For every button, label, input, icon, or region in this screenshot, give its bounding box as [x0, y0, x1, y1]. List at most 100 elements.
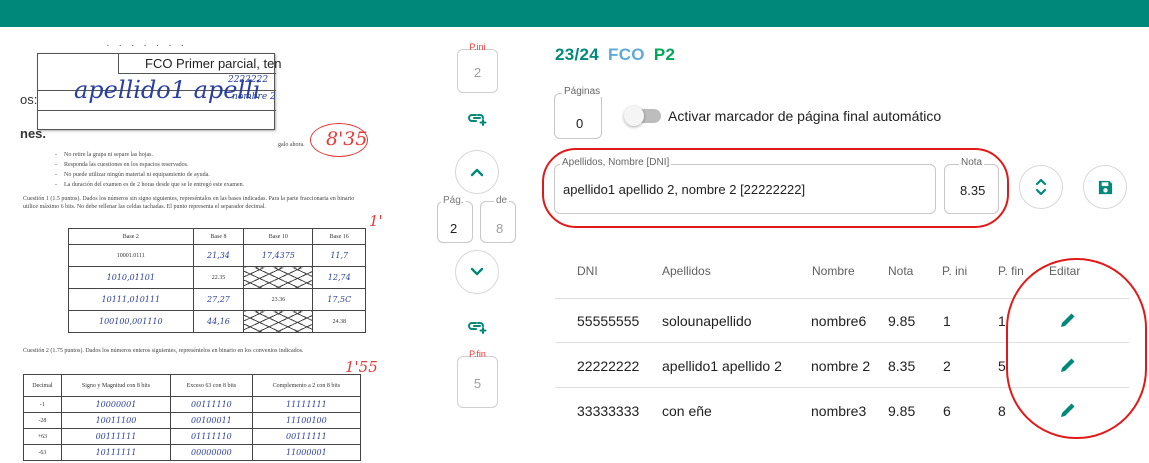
page-start-value: 2	[473, 65, 482, 80]
page-start-label: P.ini	[469, 42, 486, 52]
col-header-surnames[interactable]: Apellidos	[662, 264, 711, 278]
scan-table-cell: 10111111	[60, 444, 172, 461]
previous-page-button[interactable]	[455, 150, 499, 194]
scan-table-cell: 00111111	[251, 428, 362, 445]
cell-page-end: 1	[998, 313, 1006, 329]
toggle-knob[interactable]	[624, 106, 644, 126]
scan-table-cell: Base 2	[68, 228, 194, 245]
scan-instruction: La duración del examen es de 2 horas des…	[64, 182, 245, 188]
total-pages-value: 8	[496, 221, 504, 236]
exam-part: P2	[653, 45, 676, 64]
link-add-icon[interactable]	[466, 318, 488, 338]
scan-crop-line	[38, 110, 276, 111]
cell-dni: 55555555	[577, 313, 640, 329]
scan-table-cell: Complemento a 2 con 8 bits	[251, 374, 362, 397]
scan-bullet: -	[55, 152, 57, 158]
scan-table-cell: 00111111	[60, 428, 172, 445]
save-icon	[1098, 180, 1112, 194]
scan-table-cell: Decimal	[23, 374, 62, 397]
total-pages-label: de	[494, 195, 510, 206]
scan-exam-title: FCO Primer parcial, ten	[118, 54, 282, 74]
scan-table-cell: Exceso 63 con 8 bits	[170, 374, 253, 397]
scan-table-cell: Signo y Magnitud con 8 bits	[60, 374, 172, 397]
scan-surnames-prefix: os:	[20, 92, 38, 107]
scan-top-cutoff: · · · · · · ·	[106, 40, 188, 52]
scan-table-cell: 00111110	[170, 396, 253, 413]
scan-table-cell: 100100,001110	[68, 310, 194, 333]
exam-counter: 23/24	[555, 45, 600, 64]
link-add-icon[interactable]	[466, 110, 488, 130]
cell-grade: 9.85	[888, 403, 916, 419]
save-button[interactable]	[1083, 165, 1127, 209]
current-page-value: 2	[450, 221, 458, 236]
col-header-page-start[interactable]: P. ini	[942, 264, 967, 278]
scan-table-cell: 12,74	[312, 266, 366, 289]
col-header-name[interactable]: Nombre	[812, 264, 855, 278]
page-start-field[interactable]: P.ini 2	[457, 42, 498, 93]
scan-table-cell: 10001.0111	[68, 244, 194, 267]
scan-table-cell: 00000000	[170, 444, 253, 461]
scan-table-cell: 27,27	[192, 288, 245, 311]
scan-table-cell: 11000001	[251, 444, 362, 461]
chevron-down-icon	[470, 267, 484, 276]
scan-table-cell: 1010,01101	[68, 266, 194, 289]
chevron-up-icon	[470, 168, 484, 177]
scan-dni-handwriting: 2222222	[228, 75, 269, 85]
pages-value: 0	[576, 116, 584, 131]
scan-table-q1: Base 2 Base 8 Base 10 Base 16 10001.0111…	[68, 228, 366, 333]
cell-name: nombre6	[811, 313, 867, 329]
scan-crossed-cell	[243, 310, 314, 333]
scan-table-cell: 11100100	[251, 412, 362, 429]
col-header-grade[interactable]: Nota	[888, 264, 913, 278]
scan-bullet: -	[55, 172, 57, 178]
scan-instruction: No puede utilizar ningún material ni equ…	[64, 172, 210, 178]
scan-question-1: Cuestión 1 (1.5 puntos). Dados los númer…	[23, 196, 355, 210]
scan-table-cell: 10000001	[60, 396, 172, 413]
scan-table-cell: Base 8	[192, 228, 245, 245]
page-end-value: 5	[473, 376, 482, 391]
cell-surnames: apellido1 apellido 2	[662, 358, 782, 374]
scan-instruction: Responda las cuestiones en los espacios …	[64, 162, 189, 168]
scan-score-mark: 8'35	[326, 128, 368, 150]
scan-table-cell: 10011100	[60, 412, 172, 429]
scan-crossed-cell	[243, 266, 314, 289]
cell-name: nombre3	[811, 403, 867, 419]
scan-name-handwriting: nombre 2	[232, 92, 276, 102]
cell-page-end: 5	[998, 358, 1006, 374]
scan-table-cell: -1	[23, 396, 62, 413]
scan-name-crop: FCO Primer parcial, ten apellido1 apelli…	[37, 53, 282, 130]
cell-name: nombre 2	[811, 358, 871, 374]
scan-table-cell: 01111110	[170, 428, 253, 445]
scan-q1-mark: 1'5	[369, 212, 382, 230]
current-page-label: Pág.	[441, 195, 466, 206]
scan-table-cell: 22.35	[192, 266, 245, 289]
cell-grade: 8.35	[888, 358, 916, 374]
scan-table-cell: Base 10	[243, 228, 314, 245]
scan-instruction-tail: galo ahora.	[278, 142, 305, 148]
scan-table-cell: 00100011	[170, 412, 253, 429]
top-app-bar	[0, 0, 1149, 27]
col-header-page-end[interactable]: P. fin	[998, 264, 1024, 278]
unfold-icon	[1035, 178, 1047, 196]
cell-dni: 33333333	[577, 403, 640, 419]
cell-page-end: 8	[998, 403, 1006, 419]
scan-table-q2: Decimal Signo y Magnitud con 8 bits Exce…	[23, 374, 362, 461]
page-end-field[interactable]: P.fin 5	[457, 349, 498, 408]
next-page-button[interactable]	[455, 250, 499, 294]
page-end-label: P.fin	[469, 349, 486, 359]
scan-bullet: -	[55, 182, 57, 188]
scan-instruction: No retire la grapa ni separe las hojas.	[64, 152, 153, 158]
scan-table-cell: 44,16	[192, 310, 245, 333]
scan-bullet: -	[55, 162, 57, 168]
cell-surnames: con eñe	[662, 403, 712, 419]
cell-page-start: 1	[943, 313, 951, 329]
scan-table-cell: 11,7	[312, 244, 366, 267]
annotation-ring-student	[542, 148, 1009, 228]
scan-question-2: Cuestión 2 (1.75 puntos). Dados los núme…	[23, 348, 304, 354]
scan-table-cell: 21,34	[192, 244, 245, 267]
auto-end-marker-label: Activar marcador de página final automát…	[668, 108, 942, 124]
scan-table-cell: 24.38	[312, 310, 366, 333]
annotation-ring-edit	[1006, 258, 1147, 439]
col-header-dni[interactable]: DNI	[577, 264, 598, 278]
swap-button[interactable]	[1019, 165, 1063, 209]
